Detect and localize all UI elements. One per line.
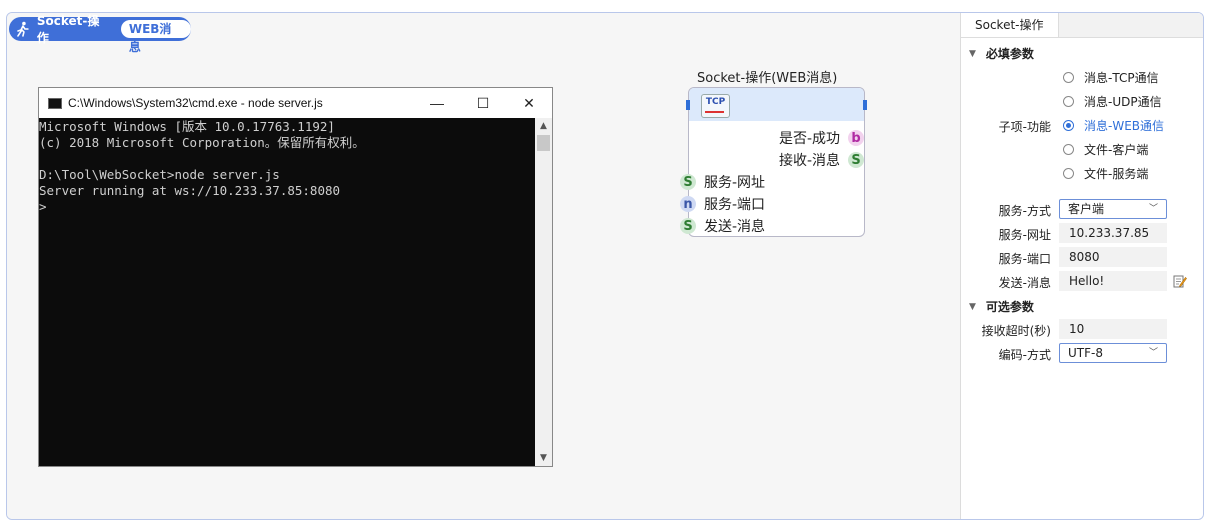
cmd-icon [48, 97, 62, 109]
flow-out-port[interactable] [863, 100, 867, 110]
flow-canvas[interactable]: Socket-操作 WEB消息 C:\Windows\System32\cmd.… [7, 13, 960, 519]
pin-label: 服务-网址 [704, 175, 766, 191]
string-pin-icon[interactable]: S [680, 218, 696, 234]
pin-label: 服务-端口 [704, 197, 766, 213]
string-pin-icon[interactable]: S [848, 152, 865, 168]
pin-label: 发送-消息 [704, 219, 766, 235]
collapse-triangle-icon[interactable]: ▼ [969, 302, 976, 312]
boolean-pin-icon[interactable]: b [848, 130, 865, 146]
flow-tab-badge: WEB消息 [120, 20, 191, 54]
option-file-client[interactable]: 文件-客户端 [1063, 141, 1148, 158]
scroll-down-icon[interactable]: ▼ [535, 450, 552, 466]
node-header[interactable]: TCP [686, 88, 867, 121]
number-pin-icon[interactable]: n [680, 196, 696, 212]
encoding-select[interactable]: UTF-8 ﹀ [1059, 343, 1167, 363]
cmd-console[interactable]: Microsoft Windows [版本 10.0.17763.1192] (c… [39, 118, 535, 466]
node-input-send[interactable]: S 发送-消息 [680, 216, 765, 236]
console-line: (c) 2018 Microsoft Corporation。保留所有权利。 [39, 135, 365, 150]
pin-label: 接收-消息 [779, 153, 841, 169]
option-web[interactable]: 消息-WEB通信 [1063, 117, 1164, 134]
cmd-window[interactable]: C:\Windows\System32\cmd.exe - node serve… [38, 87, 553, 467]
chevron-down-icon: ﹀ [1148, 348, 1158, 358]
scroll-up-icon[interactable]: ▲ [535, 118, 552, 134]
radio-selected-icon[interactable] [1063, 120, 1074, 131]
close-button[interactable]: ✕ [506, 95, 552, 112]
tab-socket[interactable]: Socket-操作 [961, 13, 1059, 37]
running-person-icon [17, 21, 29, 37]
service-url-label: 服务-网址 [998, 228, 1051, 242]
send-message-field[interactable]: Hello! [1059, 271, 1167, 291]
service-mode-select[interactable]: 客户端 ﹀ [1059, 199, 1167, 219]
section-title: 必填参数 [985, 47, 1034, 61]
console-line: D:\Tool\WebSocket>node server.js [39, 167, 280, 182]
service-port-field[interactable]: 8080 [1059, 247, 1167, 267]
recv-timeout-field[interactable]: 10 [1059, 319, 1167, 339]
console-line: Server running at ws://10.233.37.85:8080 [39, 183, 341, 198]
minimize-button[interactable]: — [414, 95, 460, 111]
properties-tabs: Socket-操作 [961, 13, 1203, 38]
flow-in-port[interactable] [686, 100, 690, 110]
node-output-success[interactable]: 是否-成功 b [779, 128, 865, 148]
tcp-icon: TCP [701, 94, 730, 118]
scroll-thumb[interactable] [537, 135, 550, 151]
properties-panel: Socket-操作 ▼ 必填参数 子项-功能 消息-TCP通信 消息-UDP通信… [960, 13, 1203, 519]
flow-tab-title: Socket-操作 [36, 14, 100, 45]
pin-label: 是否-成功 [779, 131, 841, 147]
cmd-scrollbar[interactable]: ▲ ▼ [535, 118, 552, 466]
string-pin-icon[interactable]: S [680, 174, 696, 190]
flow-tab[interactable]: Socket-操作 WEB消息 [9, 14, 191, 54]
radio-icon[interactable] [1063, 72, 1074, 83]
collapse-triangle-icon[interactable]: ▼ [969, 49, 976, 59]
console-line: > [39, 199, 47, 214]
option-file-server[interactable]: 文件-服务端 [1063, 165, 1148, 182]
edit-icon[interactable] [1173, 274, 1187, 288]
cmd-titlebar[interactable]: C:\Windows\System32\cmd.exe - node serve… [39, 88, 552, 118]
radio-icon[interactable] [1063, 168, 1074, 179]
service-port-label: 服务-端口 [998, 252, 1051, 266]
encoding-label: 编码-方式 [998, 348, 1051, 362]
option-tcp[interactable]: 消息-TCP通信 [1063, 69, 1159, 86]
chevron-down-icon: ﹀ [1148, 204, 1158, 214]
optional-section[interactable]: ▼ 可选参数 [969, 298, 1034, 315]
workspace-frame: Socket-操作 WEB消息 C:\Windows\System32\cmd.… [6, 12, 1204, 520]
required-section[interactable]: ▼ 必填参数 [969, 45, 1034, 62]
radio-icon[interactable] [1063, 144, 1074, 155]
node-title: Socket-操作(WEB消息) [697, 71, 838, 86]
cmd-title: C:\Windows\System32\cmd.exe - node serve… [68, 96, 323, 110]
option-udp[interactable]: 消息-UDP通信 [1063, 93, 1162, 110]
send-message-label: 发送-消息 [998, 276, 1051, 290]
function-label: 子项-功能 [998, 120, 1051, 134]
console-line: Microsoft Windows [版本 10.0.17763.1192] [39, 119, 335, 134]
radio-icon[interactable] [1063, 96, 1074, 107]
service-url-field[interactable]: 10.233.37.85 [1059, 223, 1167, 243]
recv-timeout-label: 接收超时(秒) [981, 324, 1051, 338]
node-input-port[interactable]: n 服务-端口 [680, 194, 765, 214]
maximize-button[interactable]: ☐ [460, 95, 506, 112]
service-mode-label: 服务-方式 [998, 204, 1051, 218]
node-output-message[interactable]: 接收-消息 S [779, 150, 865, 170]
section-title: 可选参数 [985, 300, 1034, 314]
node-input-url[interactable]: S 服务-网址 [680, 172, 765, 192]
